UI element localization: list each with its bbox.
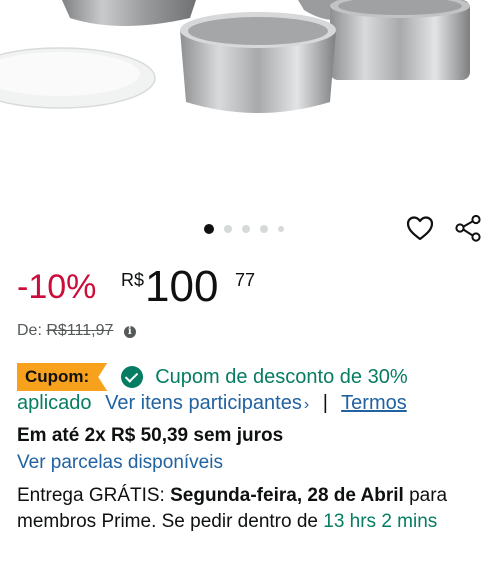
list-price-value: R$111,97 (46, 322, 114, 339)
carousel-dot-active[interactable] (204, 224, 214, 234)
delivery-message: Entrega GRÁTIS: Segunda-feira, 28 de Abr… (17, 483, 487, 535)
coupon-description: Cupom de desconto de 30% (155, 365, 408, 388)
price-currency: R$ (121, 270, 145, 290)
view-installments-link[interactable]: Ver parcelas disponíveis (17, 452, 223, 474)
carousel-dot[interactable] (224, 225, 232, 233)
delivery-date: Segunda-feira, 28 de Abril (170, 485, 404, 506)
terms-link[interactable]: Termos (341, 392, 407, 414)
share-button[interactable] (452, 212, 484, 244)
price-fraction: 77 (235, 270, 256, 290)
image-carousel-indicator (204, 222, 284, 236)
check-circle-icon[interactable] (121, 366, 144, 388)
heart-outline-icon (406, 216, 434, 241)
product-image[interactable] (0, 0, 500, 200)
share-icon (455, 214, 481, 242)
coupon-row-continued: aplicado Ver itens participantes › | Term… (17, 392, 407, 415)
carousel-dot[interactable] (278, 226, 284, 232)
participating-items-link[interactable]: Ver itens participantes (105, 392, 302, 414)
chevron-right-icon: › (303, 396, 310, 413)
delivery-prefix: Entrega GRÁTIS: (17, 485, 165, 506)
coupon-badge: Cupom: (17, 363, 108, 391)
favorite-button[interactable] (404, 212, 436, 244)
cookware-set-image (0, 0, 470, 113)
info-icon[interactable]: i (123, 326, 136, 338)
installments-text: Em até 2x R$ 50,39 sem juros (17, 425, 284, 446)
coupon-applied-text: aplicado (17, 392, 92, 414)
link-separator: | (322, 392, 328, 414)
discount-percentage: -10% (17, 268, 97, 306)
price-whole: 100 (145, 262, 219, 311)
carousel-dot[interactable] (260, 225, 268, 233)
list-price-row: De: R$111,97 i (17, 322, 136, 340)
list-price-label: De: (17, 322, 42, 339)
delivery-countdown: 13 hrs 2 mins (323, 511, 438, 532)
carousel-dot[interactable] (242, 225, 250, 233)
coupon-row: Cupom: Cupom de desconto de 30% (17, 363, 408, 391)
